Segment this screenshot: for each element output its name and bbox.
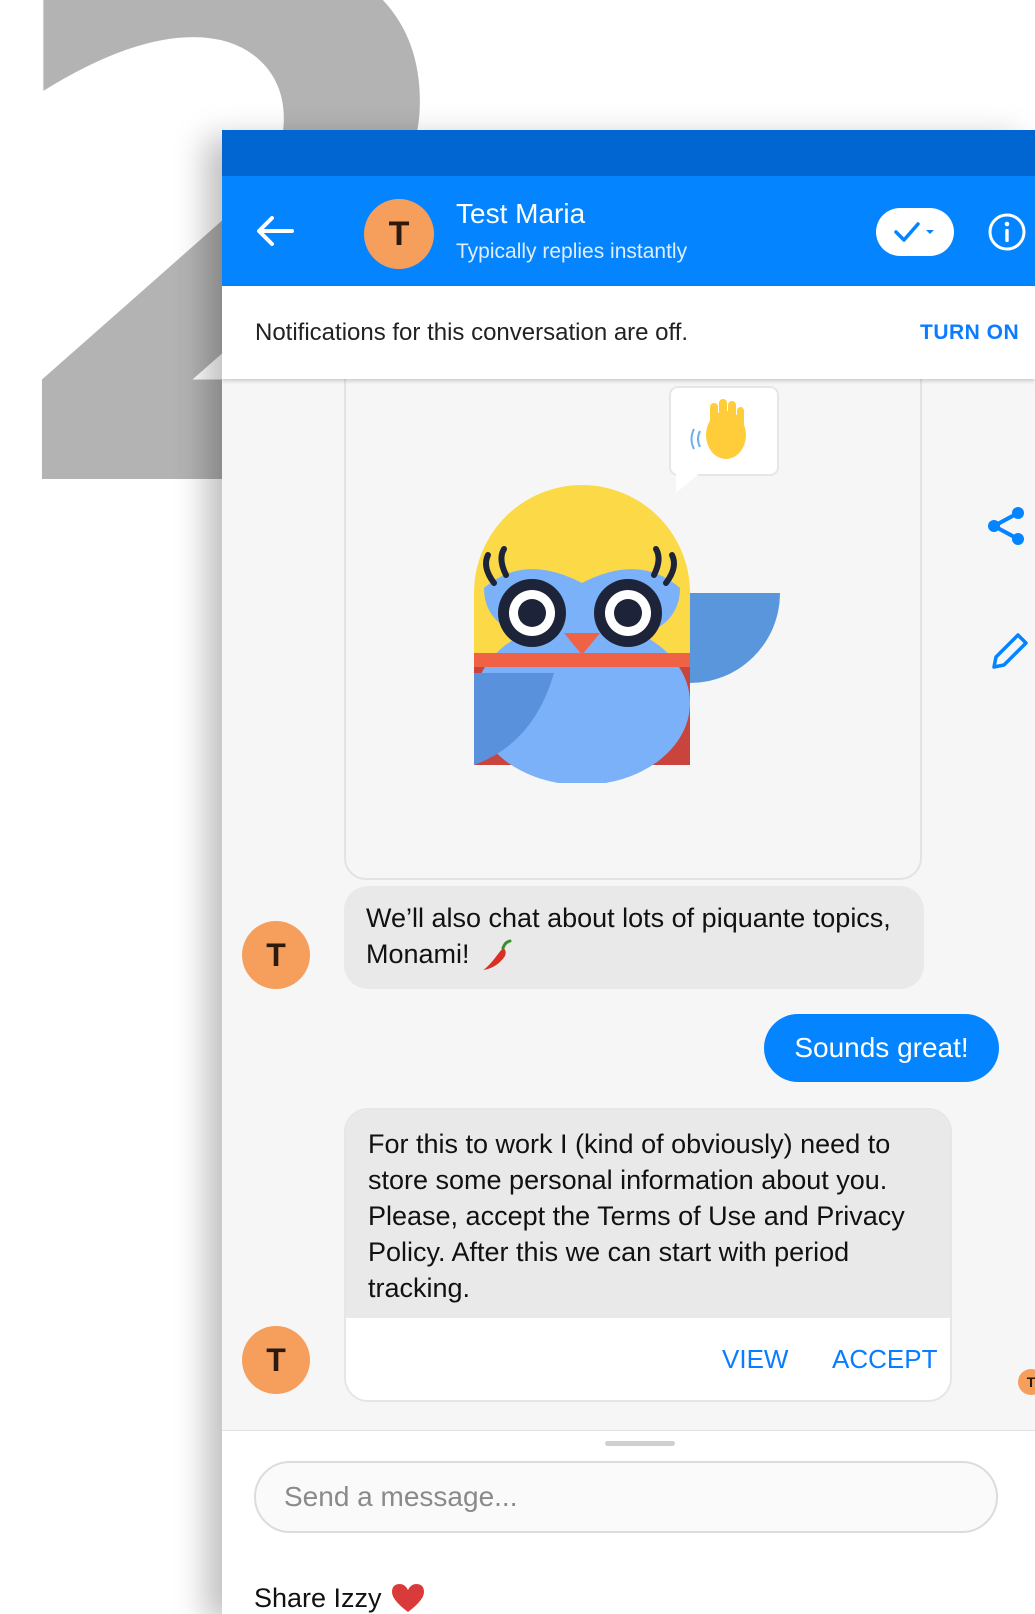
- back-arrow-icon[interactable]: [252, 211, 298, 251]
- contact-name[interactable]: Test Maria: [456, 198, 585, 230]
- notification-banner: Notifications for this conversation are …: [222, 286, 1035, 379]
- consent-actions: VIEW ACCEPT: [346, 1318, 950, 1398]
- app-bar: T Test Maria Typically replies instantly: [222, 176, 1035, 286]
- share-icon[interactable]: [986, 505, 1026, 547]
- check-icon: [894, 222, 934, 242]
- status-bar: [222, 130, 1035, 176]
- consent-message-text: For this to work I (kind of obviously) n…: [346, 1110, 950, 1318]
- owl-sticker: [474, 386, 780, 783]
- message-thread[interactable]: T We’ll also chat about lots of piquante…: [222, 379, 1035, 1430]
- incoming-message-text: We’ll also chat about lots of piquante t…: [366, 903, 891, 969]
- info-icon[interactable]: [987, 212, 1027, 252]
- read-receipt-avatar: T: [1018, 1369, 1035, 1395]
- accept-button[interactable]: ACCEPT: [832, 1344, 937, 1375]
- contact-status: Typically replies instantly: [456, 240, 688, 263]
- heart-icon: [391, 1584, 424, 1612]
- drag-handle[interactable]: [605, 1441, 675, 1446]
- chili-pepper-icon: [483, 939, 512, 970]
- share-label: Share Izzy: [254, 1582, 382, 1613]
- sender-avatar[interactable]: T: [242, 921, 310, 989]
- waving-hand-icon: [669, 386, 779, 493]
- message-input[interactable]: [254, 1461, 998, 1533]
- view-button[interactable]: VIEW: [722, 1344, 788, 1375]
- edit-icon[interactable]: [986, 629, 1032, 675]
- turn-on-button[interactable]: TURN ON: [920, 321, 1019, 345]
- sender-avatar[interactable]: T: [242, 1326, 310, 1394]
- incoming-message[interactable]: We’ll also chat about lots of piquante t…: [344, 886, 924, 989]
- messenger-window: T Test Maria Typically replies instantly…: [222, 130, 1035, 1614]
- get-started-toggle[interactable]: [876, 208, 954, 256]
- outgoing-message[interactable]: Sounds great!: [764, 1014, 999, 1082]
- composer: Share Izzy: [222, 1430, 1035, 1614]
- share-izzy-link[interactable]: Share Izzy: [254, 1582, 426, 1614]
- notification-text: Notifications for this conversation are …: [255, 319, 689, 346]
- contact-avatar[interactable]: T: [364, 199, 434, 269]
- consent-message-card[interactable]: For this to work I (kind of obviously) n…: [344, 1108, 952, 1402]
